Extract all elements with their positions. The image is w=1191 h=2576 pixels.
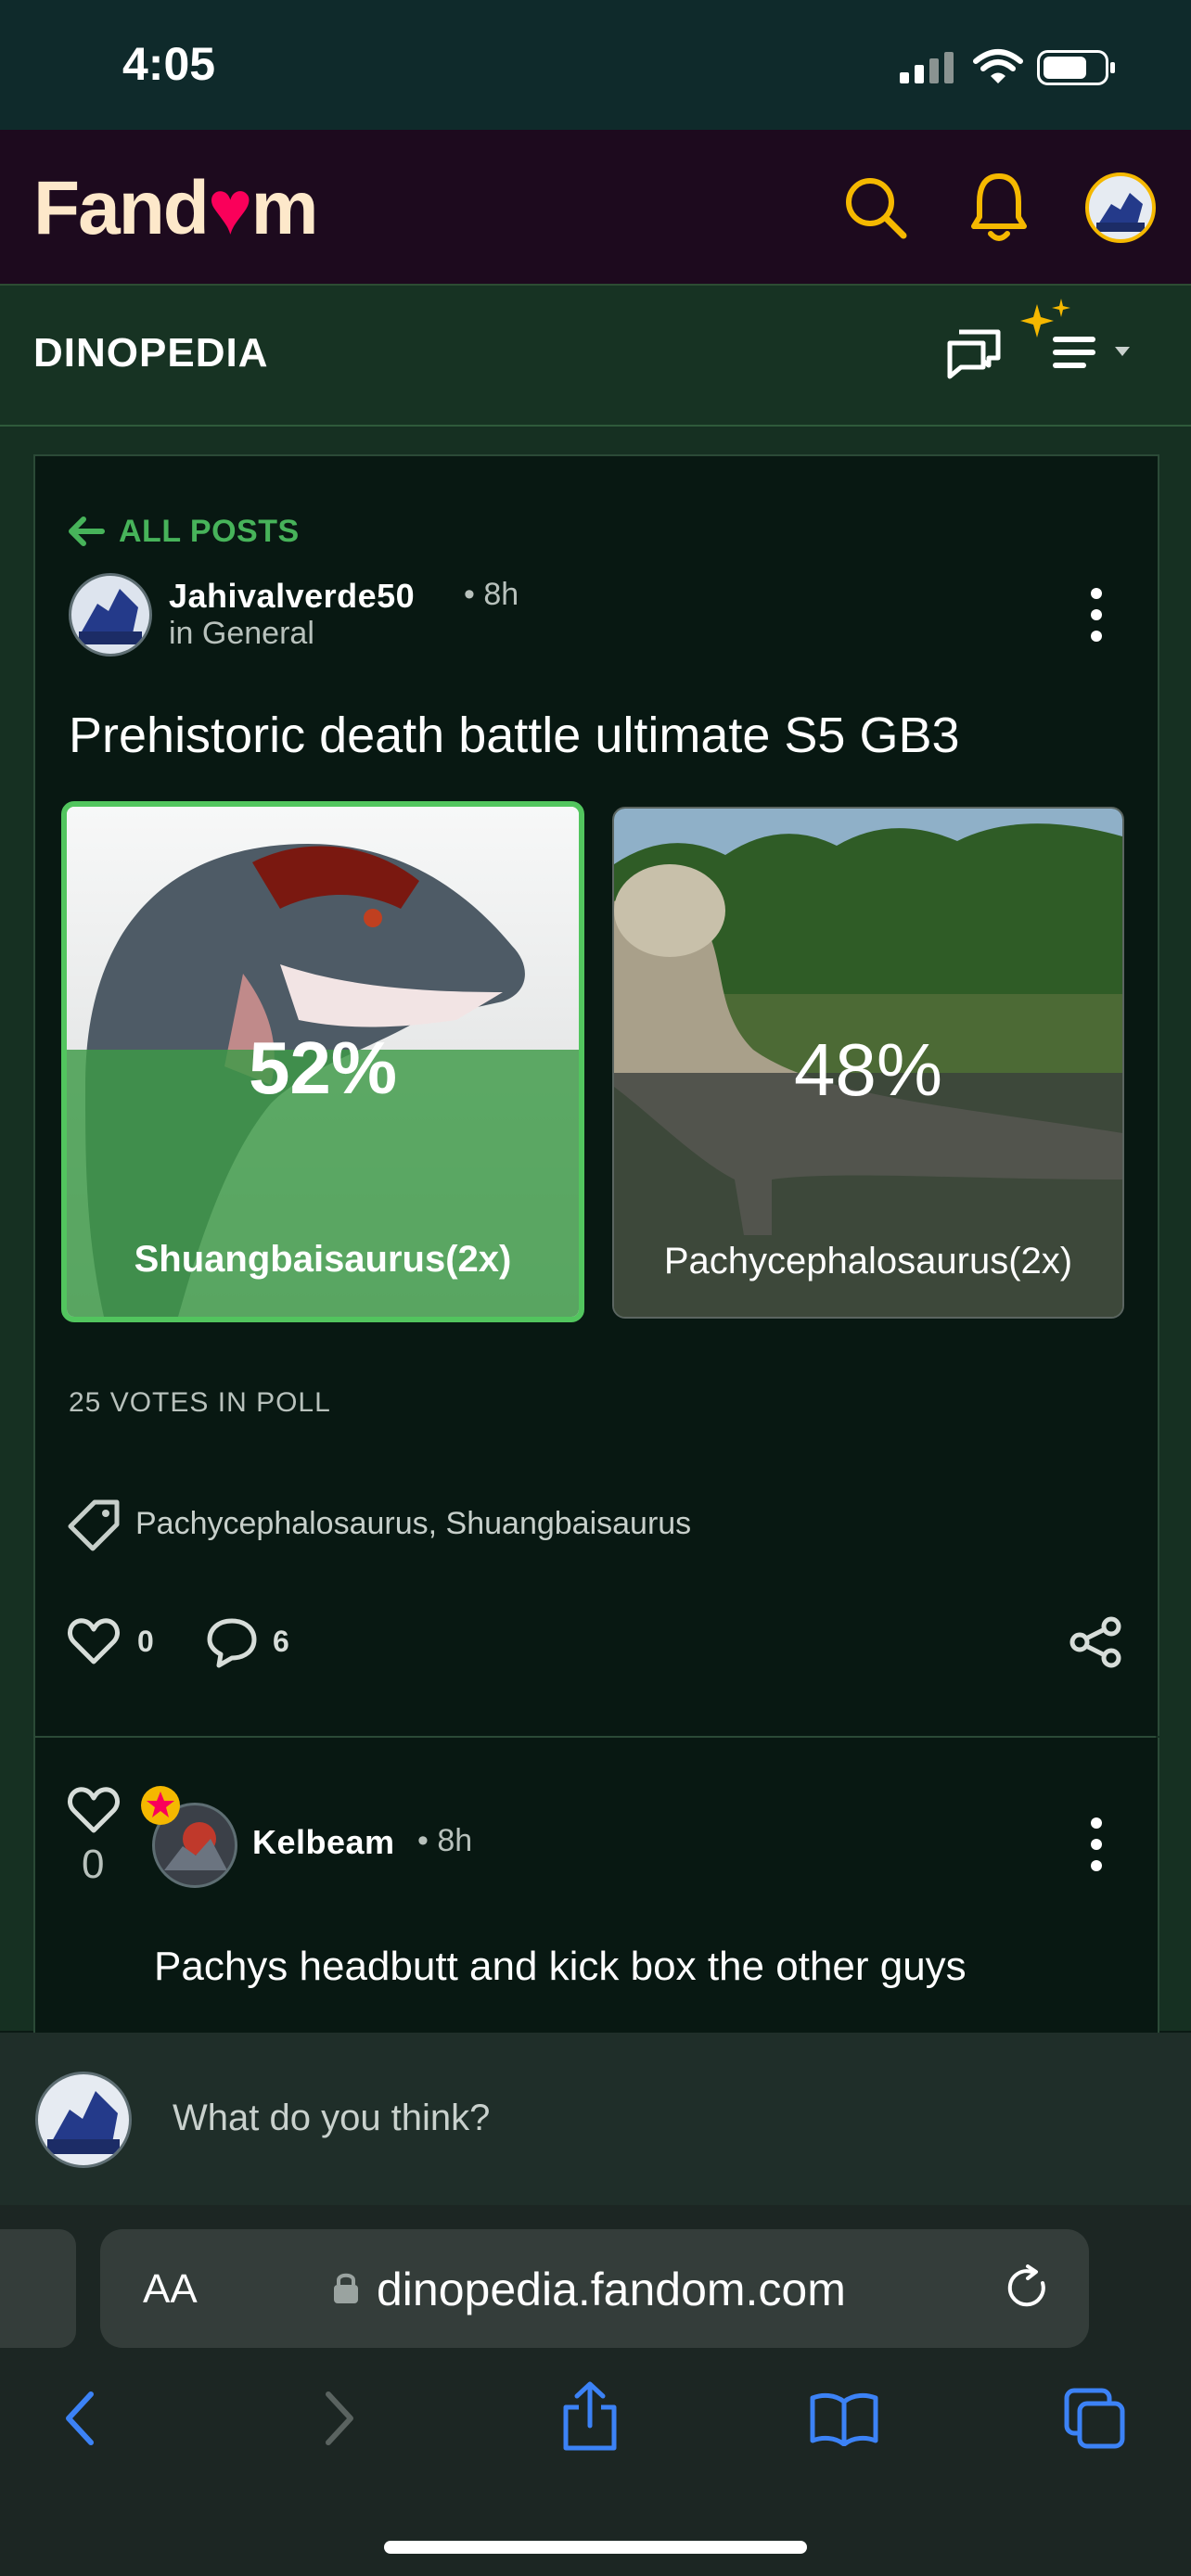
logo-text-start: Fand <box>33 166 210 250</box>
signal-icon <box>900 52 957 83</box>
all-posts-link[interactable]: ALL POSTS <box>119 514 300 550</box>
tabs-icon[interactable] <box>1063 2387 1128 2450</box>
post-category[interactable]: in General <box>169 616 314 652</box>
all-posts-label: ALL POSTS <box>119 514 300 549</box>
badge-star-icon <box>139 1784 182 1827</box>
user-avatar[interactable] <box>1085 172 1156 243</box>
poll-option-2-percent: 48% <box>793 1028 943 1111</box>
share-sheet-icon[interactable] <box>560 2381 620 2452</box>
post-likes-count: 0 <box>137 1625 154 1658</box>
post-author-name[interactable]: Jahivalverde50 <box>169 577 415 616</box>
poll-votes-count: 25 VOTES IN POLL <box>69 1387 331 1418</box>
wiki-name[interactable]: DINOPEDIA <box>33 330 268 376</box>
post-comments-count: 6 <box>273 1625 289 1658</box>
poll-option-1-label: Shuangbaisaurus(2x) <box>134 1239 512 1280</box>
reader-aa-button[interactable]: AA <box>143 2266 198 2313</box>
discuss-icon[interactable] <box>946 328 1002 380</box>
post-tags[interactable]: Pachycephalosaurus, Shuangbaisaurus <box>135 1506 691 1542</box>
bookmarks-icon[interactable] <box>809 2391 879 2446</box>
tag-icon <box>67 1498 121 1552</box>
previous-tab-preview[interactable] <box>0 2229 76 2348</box>
bell-icon[interactable] <box>970 171 1028 245</box>
composer-avatar <box>35 2072 132 2168</box>
sparkle-menu-icon[interactable] <box>1017 299 1141 382</box>
comment-likes-count: 0 <box>82 1842 105 1887</box>
logo-heart-icon: ♥ <box>207 166 253 250</box>
reload-icon[interactable] <box>1005 2264 1052 2313</box>
search-icon[interactable] <box>842 174 909 241</box>
poll-option-2[interactable]: 48% Pachycephalosaurus(2x) <box>612 807 1124 1319</box>
post-time: • 8h <box>464 577 519 612</box>
poll-option-1-percent: 52% <box>248 1027 398 1109</box>
poll-option-2-label: Pachycephalosaurus(2x) <box>663 1241 1073 1282</box>
reply-input[interactable]: What do you think? <box>173 2098 490 2139</box>
comment-author-name[interactable]: Kelbeam <box>252 1823 395 1862</box>
home-indicator[interactable] <box>384 2541 807 2554</box>
back-icon[interactable] <box>61 2391 98 2446</box>
comment-text: Pachys headbutt and kick box the other g… <box>154 1944 967 1989</box>
more-icon[interactable] <box>1087 586 1106 644</box>
post-author-avatar[interactable] <box>69 573 152 657</box>
poll-option-1[interactable]: 52% Shuangbaisaurus(2x) <box>61 801 584 1322</box>
comment-time: • 8h <box>417 1823 473 1858</box>
back-arrow-icon[interactable] <box>67 516 106 547</box>
comment-heart-icon[interactable] <box>67 1786 121 1834</box>
fandom-logo[interactable]: Fand♥m <box>33 165 319 252</box>
post-title: Prehistoric death battle ultimate S5 GB3 <box>69 708 960 763</box>
heart-icon[interactable] <box>67 1617 121 1665</box>
forward-icon <box>321 2391 358 2446</box>
battery-icon <box>1037 50 1117 85</box>
logo-text-end: m <box>250 166 319 250</box>
comment-more-icon[interactable] <box>1087 1816 1106 1873</box>
comment-icon[interactable] <box>206 1617 258 1669</box>
status-time: 4:05 <box>122 38 216 90</box>
lock-icon <box>332 2270 360 2305</box>
share-icon[interactable] <box>1069 1615 1124 1669</box>
wifi-icon <box>972 48 1024 85</box>
url-text[interactable]: dinopedia.fandom.com <box>377 2263 846 2316</box>
